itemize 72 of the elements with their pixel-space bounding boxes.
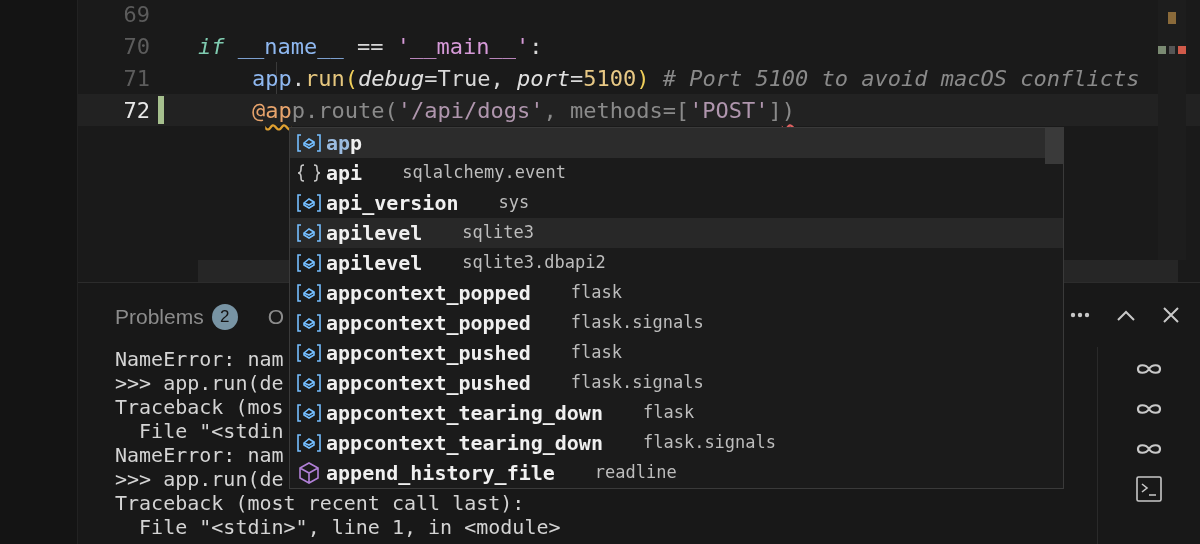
code-token: port: [516, 64, 570, 93]
terminal-line: NameError: nam: [115, 347, 284, 371]
suggestion-item[interactable]: appcontext_popped flask: [290, 278, 1063, 308]
suggestion-item[interactable]: appcontext_pushed flask.signals: [290, 368, 1063, 398]
line-number: 72: [122, 96, 150, 125]
line-number: 69: [122, 0, 150, 29]
code-token: 5100: [583, 64, 637, 93]
code-token: run: [305, 64, 345, 93]
code-token: ]: [768, 96, 782, 125]
variable-icon: [296, 223, 322, 243]
code-token: '/api/dogs': [397, 96, 544, 125]
code-token: p.route(: [291, 96, 398, 125]
line-number: 70: [122, 32, 150, 61]
code-token: '__main__': [396, 32, 530, 61]
terminal-line: NameError: nam: [115, 443, 284, 467]
code-token: ==: [355, 32, 385, 61]
suggestion-item[interactable]: appcontext_tearing_down flask.signals: [290, 428, 1063, 458]
variable-icon: [296, 283, 322, 303]
variable-icon: [296, 253, 322, 273]
terminal-line: File "<stdin: [138, 419, 284, 443]
code-token: =: [569, 64, 584, 93]
suggestion-item[interactable]: append_history_file readline: [290, 458, 1063, 488]
code-token: __name__: [237, 32, 344, 61]
code-token: ap: [265, 96, 292, 125]
panel-tab[interactable]: Problems 2: [115, 301, 238, 333]
variable-icon: [296, 133, 322, 153]
braces-icon: [296, 163, 322, 183]
terminal-line: >>> app.run(de: [115, 467, 284, 491]
line-number: 71: [122, 64, 150, 93]
terminal-line: File "<stdin>", line 1, in <module>: [138, 515, 561, 539]
variable-icon: [296, 373, 322, 393]
suggestion-item[interactable]: api_version sys: [290, 188, 1063, 218]
variable-icon: [296, 403, 322, 423]
terminal-icon[interactable]: [1136, 476, 1162, 502]
code-token: ): [636, 64, 650, 93]
close-icon[interactable]: [1162, 306, 1180, 324]
variable-icon: [296, 313, 322, 333]
infinity-icon[interactable]: [1135, 441, 1163, 457]
panel-tab[interactable]: O: [267, 301, 285, 333]
count-badge: 2: [211, 304, 238, 330]
terminal-line: Traceback (most recent call last):: [115, 491, 525, 515]
minimap-marker: [1168, 12, 1176, 24]
code-token: 'POST': [689, 96, 769, 125]
variable-icon: [296, 343, 322, 363]
code-token: , methods=[: [543, 96, 690, 125]
code-token: @: [252, 96, 266, 125]
code-token: =True,: [424, 64, 505, 93]
suggestion-item[interactable]: api sqlalchemy.event: [290, 158, 1063, 188]
code-token: if: [198, 32, 226, 61]
code-token: (: [344, 64, 358, 93]
scrollbar-thumb[interactable]: [1045, 128, 1063, 164]
suggestion-item[interactable]: apilevel sqlite3.dbapi2: [290, 248, 1063, 278]
terminal-line: Traceback (mos: [115, 395, 284, 419]
variable-icon: [296, 193, 322, 213]
suggestion-item[interactable]: apilevel sqlite3: [290, 218, 1063, 248]
terminal-line: >>> app.run(de: [115, 371, 284, 395]
chevron-up-icon[interactable]: [1116, 309, 1136, 321]
infinity-icon[interactable]: [1135, 361, 1163, 377]
code-token: .: [291, 64, 305, 93]
code-token: ): [781, 96, 796, 125]
code-token: :: [529, 32, 543, 61]
suggestion-item[interactable]: appcontext_popped flask.signals: [290, 308, 1063, 338]
cube-icon: [296, 461, 322, 485]
code-token: debug: [358, 64, 425, 93]
variable-icon: [296, 433, 322, 453]
minimap-marker: [1158, 46, 1186, 54]
suggestion-item[interactable]: appcontext_pushed flask: [290, 338, 1063, 368]
code-token: # Port 5100 to avoid macOS conflicts: [661, 64, 1140, 93]
suggestion-item[interactable]: appcontext_tearing_down flask: [290, 398, 1063, 428]
more-icon[interactable]: [1070, 312, 1090, 318]
code-token: app: [252, 64, 292, 93]
infinity-icon[interactable]: [1135, 401, 1163, 417]
